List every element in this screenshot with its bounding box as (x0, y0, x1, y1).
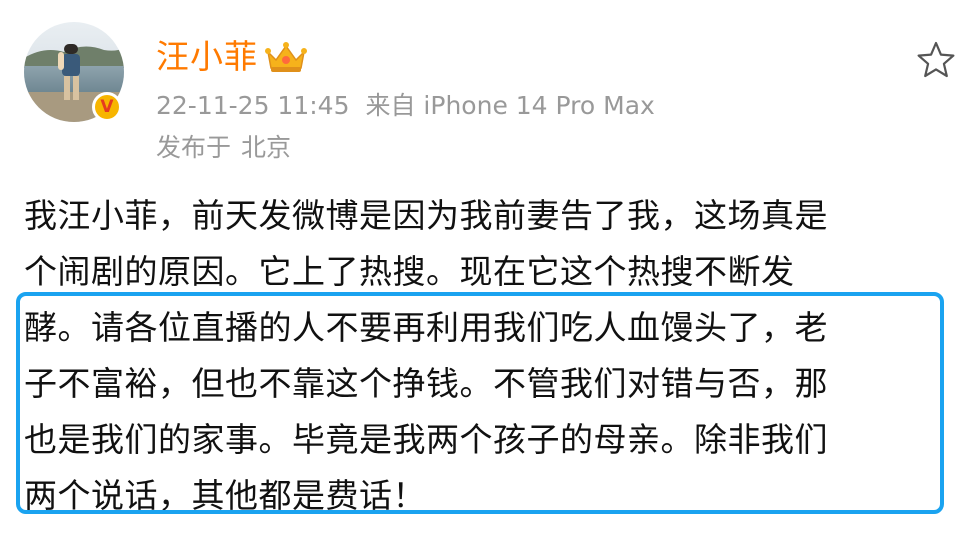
post-source: 来自 iPhone 14 Pro Max (365, 91, 655, 120)
username[interactable]: 汪小菲 (156, 34, 258, 80)
post-meta: 22-11-25 11:45 来自 iPhone 14 Pro Max (156, 88, 655, 124)
crown-icon[interactable] (264, 40, 308, 74)
location-city: 北京 (241, 133, 292, 162)
author-row: 汪小菲 (156, 34, 308, 80)
verified-badge-icon: V (92, 92, 122, 122)
post-location: 发布于 北京 (156, 130, 291, 166)
post-line: 我汪小菲，前天发微博是因为我前妻告了我，这场真是 (24, 196, 828, 235)
star-outline-icon[interactable] (916, 40, 956, 80)
location-label: 发布于 (156, 133, 232, 162)
post-timestamp: 22-11-25 11:45 (156, 91, 350, 120)
highlight-box (16, 292, 944, 514)
weibo-post: V 汪小菲 22-11-25 11:45 来自 iPhone 14 Pro Max… (0, 0, 972, 534)
verified-mark: V (100, 96, 114, 117)
